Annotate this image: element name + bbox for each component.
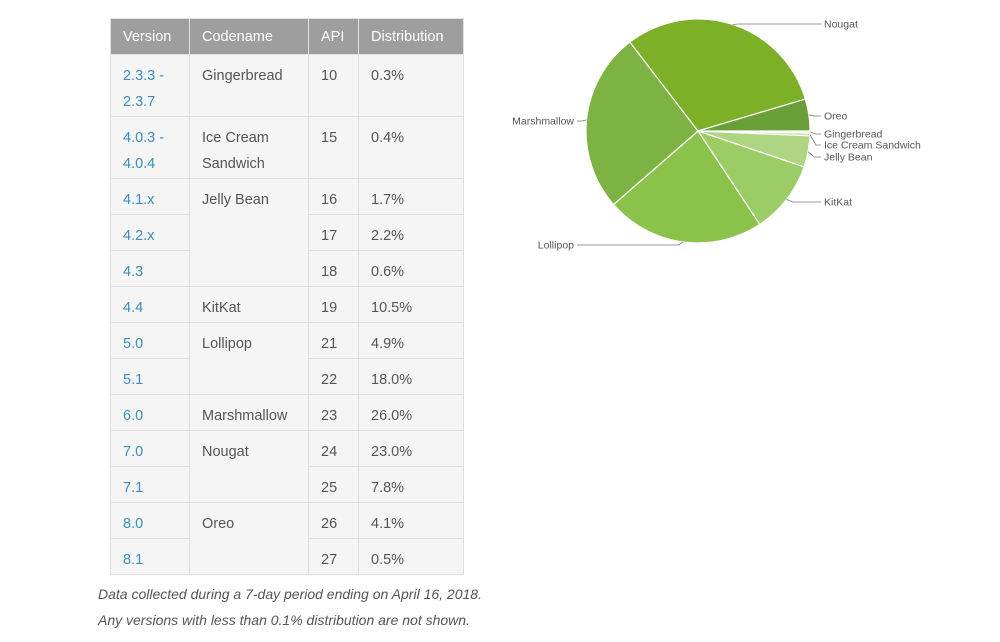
pie-label: KitKat [824,197,852,209]
pie-label: Oreo [824,111,848,123]
pie-callout-line [786,199,821,203]
pie-label: Nougat [824,19,858,31]
pie-label: Jelly Bean [824,152,873,164]
pie-callout-line [809,134,821,146]
pie-callout-line [577,241,684,246]
pie-callout-line [808,114,821,117]
distribution-pie-chart: GingerbreadIce Cream SandwichJelly BeanK… [512,18,921,252]
pie-callout-line [807,151,821,158]
pie-callout-line [809,131,821,135]
pie-label: Lollipop [538,240,574,252]
pie-label: Marshmallow [512,116,574,128]
pie-label: Ice Cream Sandwich [824,140,921,152]
pie-callout-line [577,119,587,122]
pie-slices [585,18,811,244]
